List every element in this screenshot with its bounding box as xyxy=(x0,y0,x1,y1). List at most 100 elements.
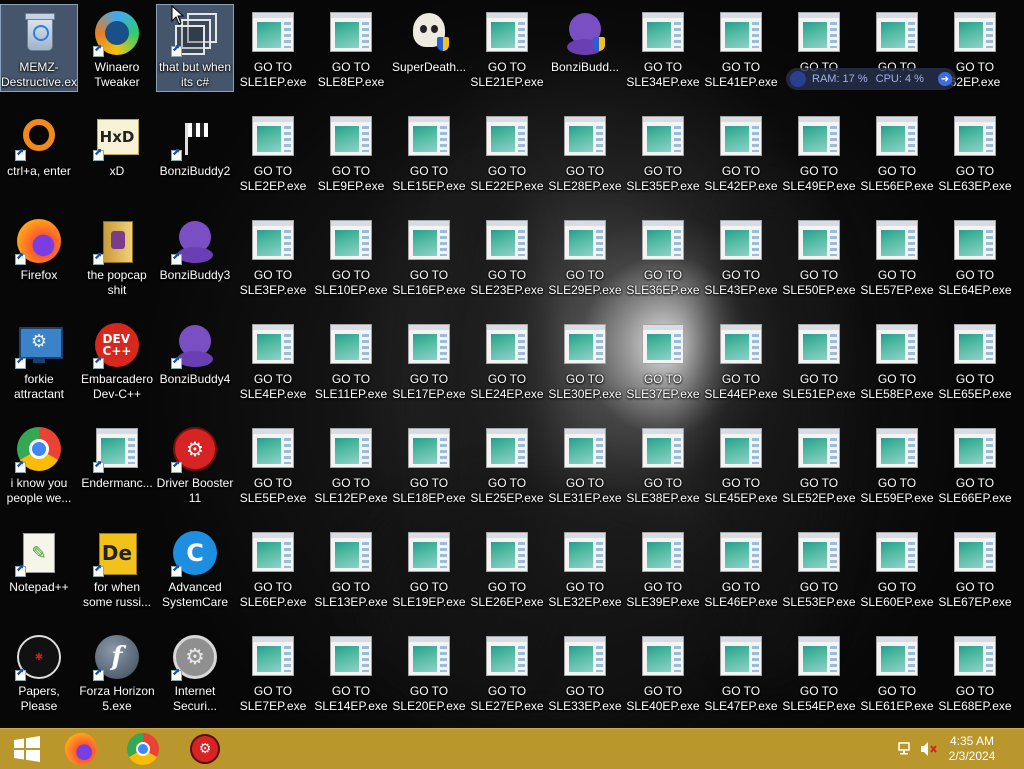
desktop-icon-go-to[interactable]: GO TO SLE63EP.exe xyxy=(937,109,1013,195)
desktop-icon-bonzibuddy2[interactable]: BonziBuddy2 xyxy=(157,109,233,195)
desktop-icon-memz[interactable]: MEMZ-Destructive.exe xyxy=(0,4,78,92)
desktop-icon-go-to[interactable]: GO TO SLE37EP.exe xyxy=(625,317,701,403)
desktop-icon-ctrl-a-enter[interactable]: ctrl+a, enter xyxy=(1,109,77,195)
desktop-icon-driver-booster[interactable]: ⚙ Driver Booster 11 xyxy=(157,421,233,507)
desktop-icon-winaero-tweaker[interactable]: Winaero Tweaker xyxy=(79,5,155,91)
desktop-icon-go-to[interactable]: GO TO SLE29EP.exe xyxy=(547,213,623,299)
desktop-icon-go-to[interactable]: GO TO SLE46EP.exe xyxy=(703,525,779,611)
desktop-icon-superdeath[interactable]: SuperDeath... xyxy=(391,5,467,91)
desktop-icon-bonzibuddy3[interactable]: BonziBuddy3 xyxy=(157,213,233,299)
desktop-icon-endermanch[interactable]: Endermanc... xyxy=(79,421,155,507)
taskbar-driver-booster[interactable]: ⚙ xyxy=(178,729,232,769)
desktop-icon-go-to[interactable]: GO TO SLE39EP.exe xyxy=(625,525,701,611)
system-stats-overlay[interactable]: RAM: 17 % CPU: 4 % ➜ xyxy=(786,68,956,90)
desktop-icon-go-to[interactable]: GO TO SLE12EP.exe xyxy=(313,421,389,507)
papers-please-icon: ✱ xyxy=(15,633,63,681)
desktop-icon-go-to[interactable]: GO TO SLE33EP.exe xyxy=(547,629,623,715)
desktop-icon-go-to[interactable]: GO TO SLE32EP.exe xyxy=(547,525,623,611)
desktop-icon-go-to[interactable]: GO TO SLE15EP.exe xyxy=(391,109,467,195)
desktop-icon-go-to[interactable]: GO TO SLE57EP.exe xyxy=(859,213,935,299)
desktop-icon-go-to[interactable]: GO TO SLE31EP.exe xyxy=(547,421,623,507)
desktop-icon-go-to[interactable]: GO TO SLE61EP.exe xyxy=(859,629,935,715)
desktop-icon-go-to[interactable]: GO TO SLE43EP.exe xyxy=(703,213,779,299)
desktop-icon-forkie-attractant[interactable]: ⚙ forkie attractant xyxy=(1,317,77,403)
desktop-icon-go-to[interactable]: GO TO SLE23EP.exe xyxy=(469,213,545,299)
desktop-icon-firefox[interactable]: Firefox xyxy=(1,213,77,299)
chrome-icon xyxy=(127,733,159,765)
desktop-icon-papers-please[interactable]: ✱ Papers, Please xyxy=(1,629,77,715)
desktop-icon-go-to[interactable]: GO TO SLE11EP.exe xyxy=(313,317,389,403)
desktop-icon-go-to[interactable]: GO TO SLE64EP.exe xyxy=(937,213,1013,299)
desktop-icon-go-to[interactable]: GO TO SLE49EP.exe xyxy=(781,109,857,195)
desktop-icon-go-to[interactable]: GO TO SLE3EP.exe xyxy=(235,213,311,299)
desktop-icon-go-to[interactable]: GO TO SLE14EP.exe xyxy=(313,629,389,715)
desktop-icon-xd[interactable]: HxD xD xyxy=(79,109,155,195)
desktop-icon-go-to[interactable]: GO TO SLE30EP.exe xyxy=(547,317,623,403)
taskbar-firefox[interactable] xyxy=(54,729,108,769)
desktop-icon-go-to[interactable]: GO TO SLE36EP.exe xyxy=(625,213,701,299)
desktop-icon-go-to[interactable]: GO TO SLE68EP.exe xyxy=(937,629,1013,715)
desktop[interactable]: MEMZ-Destructive.exe ctrl+a, enter Firef… xyxy=(0,0,1024,728)
desktop-icon-go-to-sle21ep[interactable]: GO TO SLE21EP.exe xyxy=(469,5,545,91)
desktop-icon-go-to[interactable]: GO TO SLE40EP.exe xyxy=(625,629,701,715)
desktop-icon-popcap[interactable]: the popcap shit xyxy=(79,213,155,299)
desktop-icon-go-to-sle41ep[interactable]: GO TO SLE41EP.exe xyxy=(703,5,779,91)
desktop-icon-go-to[interactable]: GO TO SLE10EP.exe xyxy=(313,213,389,299)
desktop-icon-go-to[interactable]: GO TO SLE13EP.exe xyxy=(313,525,389,611)
volume-muted-icon[interactable] xyxy=(918,729,940,769)
desktop-icon-go-to[interactable]: GO TO SLE58EP.exe xyxy=(859,317,935,403)
desktop-icon-go-to[interactable]: GO TO SLE54EP.exe xyxy=(781,629,857,715)
desktop-icon-go-to[interactable]: GO TO SLE59EP.exe xyxy=(859,421,935,507)
desktop-icon-go-to[interactable]: GO TO SLE67EP.exe xyxy=(937,525,1013,611)
desktop-icon-advanced-systemcare[interactable]: C Advanced SystemCare xyxy=(157,525,233,611)
desktop-icon-that-but-when[interactable]: that but when its c# xyxy=(156,4,234,92)
desktop-icon-go-to[interactable]: GO TO SLE47EP.exe xyxy=(703,629,779,715)
desktop-icon-go-to[interactable]: GO TO SLE2EP.exe xyxy=(235,109,311,195)
desktop-icon-bonzibuddy4[interactable]: BonziBuddy4 xyxy=(157,317,233,403)
desktop-icon-go-to[interactable]: GO TO SLE42EP.exe xyxy=(703,109,779,195)
desktop-icon-go-to[interactable]: GO TO SLE19EP.exe xyxy=(391,525,467,611)
desktop-icon-go-to[interactable]: GO TO SLE50EP.exe xyxy=(781,213,857,299)
desktop-icon-go-to[interactable]: GO TO SLE22EP.exe xyxy=(469,109,545,195)
network-icon[interactable] xyxy=(894,729,916,769)
desktop-icon-internet-security[interactable]: ⚙ Internet Securi... xyxy=(157,629,233,715)
desktop-icon-for-when-russi[interactable]: De for when some russi... xyxy=(79,525,155,611)
desktop-icon-forza-horizon[interactable]: f Forza Horizon 5.exe xyxy=(79,629,155,715)
desktop-icon-go-to[interactable]: GO TO SLE56EP.exe xyxy=(859,109,935,195)
desktop-icon-go-to[interactable]: GO TO SLE9EP.exe xyxy=(313,109,389,195)
desktop-icon-go-to[interactable]: GO TO SLE65EP.exe xyxy=(937,317,1013,403)
desktop-icon-go-to[interactable]: GO TO SLE52EP.exe xyxy=(781,421,857,507)
desktop-icon-go-to[interactable]: GO TO SLE18EP.exe xyxy=(391,421,467,507)
desktop-icon-bonzibuddy[interactable]: BonziBudd... xyxy=(547,5,623,91)
desktop-icon-go-to[interactable]: GO TO SLE27EP.exe xyxy=(469,629,545,715)
desktop-icon-go-to[interactable]: GO TO SLE35EP.exe xyxy=(625,109,701,195)
desktop-icon-go-to[interactable]: GO TO SLE26EP.exe xyxy=(469,525,545,611)
clock[interactable]: 4:35 AM 2/3/2024 xyxy=(942,734,1002,764)
desktop-icon-go-to[interactable]: GO TO SLE16EP.exe xyxy=(391,213,467,299)
desktop-icon-go-to[interactable]: GO TO SLE1EP.exe xyxy=(235,5,311,91)
desktop-icon-go-to[interactable]: GO TO SLE28EP.exe xyxy=(547,109,623,195)
desktop-icon-i-know-you[interactable]: i know you people we... xyxy=(1,421,77,507)
desktop-icon-go-to[interactable]: GO TO SLE5EP.exe xyxy=(235,421,311,507)
desktop-icon-notepad-plus-plus[interactable]: ✎ Notepad++ xyxy=(1,525,77,611)
desktop-icon-go-to[interactable]: GO TO SLE4EP.exe xyxy=(235,317,311,403)
desktop-icon-dev-cpp[interactable]: DEVC++ Embarcadero Dev-C++ xyxy=(79,317,155,403)
desktop-icon-go-to-sle34ep[interactable]: GO TO SLE34EP.exe xyxy=(625,5,701,91)
desktop-icon-go-to[interactable]: GO TO SLE17EP.exe xyxy=(391,317,467,403)
arrow-right-icon[interactable]: ➜ xyxy=(938,72,952,86)
desktop-icon-go-to[interactable]: GO TO SLE6EP.exe xyxy=(235,525,311,611)
desktop-icon-go-to[interactable]: GO TO SLE38EP.exe xyxy=(625,421,701,507)
desktop-icon-go-to[interactable]: GO TO SLE7EP.exe xyxy=(235,629,311,715)
desktop-icon-go-to[interactable]: GO TO SLE53EP.exe xyxy=(781,525,857,611)
start-button[interactable] xyxy=(0,729,54,769)
taskbar-chrome[interactable] xyxy=(116,729,170,769)
desktop-icon-go-to[interactable]: GO TO SLE20EP.exe xyxy=(391,629,467,715)
desktop-icon-go-to[interactable]: GO TO SLE24EP.exe xyxy=(469,317,545,403)
desktop-icon-go-to[interactable]: GO TO SLE51EP.exe xyxy=(781,317,857,403)
desktop-icon-go-to[interactable]: GO TO SLE60EP.exe xyxy=(859,525,935,611)
desktop-icon-go-to[interactable]: GO TO SLE25EP.exe xyxy=(469,421,545,507)
desktop-icon-go-to[interactable]: GO TO SLE45EP.exe xyxy=(703,421,779,507)
desktop-icon-go-to[interactable]: GO TO SLE8EP.exe xyxy=(313,5,389,91)
desktop-icon-go-to[interactable]: GO TO SLE44EP.exe xyxy=(703,317,779,403)
desktop-icon-go-to[interactable]: GO TO SLE66EP.exe xyxy=(937,421,1013,507)
